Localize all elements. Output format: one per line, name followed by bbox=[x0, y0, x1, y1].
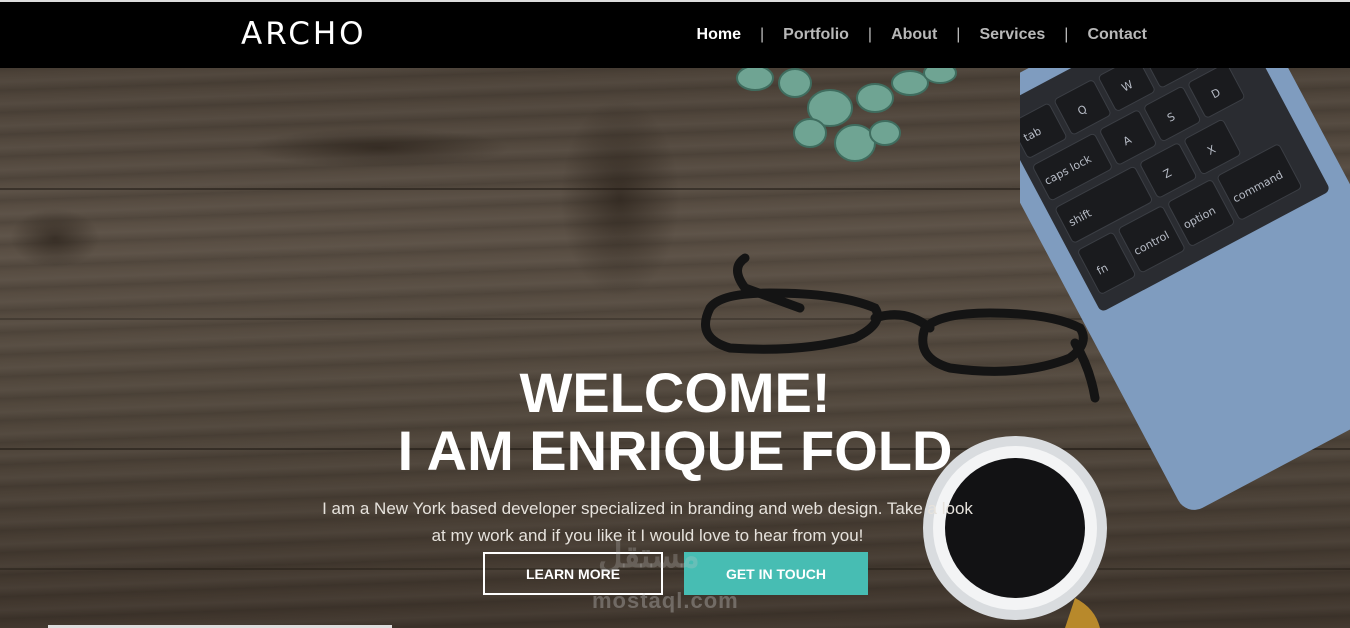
hero-title: WELCOME! I AM ENRIQUE FOLD bbox=[0, 360, 1350, 482]
main-nav: Home | Portfolio | About | Services | Co… bbox=[697, 24, 1147, 46]
wood-knot bbox=[10, 208, 100, 268]
nav-link-home[interactable]: Home bbox=[697, 24, 741, 46]
watermark: mostaql.com bbox=[592, 588, 739, 613]
watermark-arabic: مستقل bbox=[598, 537, 700, 575]
wood-knot bbox=[560, 98, 680, 298]
hero-title-line-1: WELCOME! bbox=[519, 360, 831, 424]
hero-section: tab Q W E caps lock A S D shift Z X fn c… bbox=[0, 68, 1350, 628]
nav-separator: | bbox=[1064, 26, 1069, 43]
page: ARCHO Home | Portfolio | About | Service… bbox=[0, 0, 1350, 628]
nav-separator: | bbox=[956, 26, 961, 43]
nav-link-portfolio[interactable]: Portfolio bbox=[783, 24, 849, 46]
nav-link-services[interactable]: Services bbox=[979, 24, 1045, 46]
nav-separator: | bbox=[867, 26, 873, 43]
plant-image bbox=[736, 68, 957, 162]
wood-knot bbox=[250, 128, 510, 168]
nav-link-contact[interactable]: Contact bbox=[1087, 24, 1147, 46]
nav-link-about[interactable]: About bbox=[891, 24, 937, 46]
nav-separator: | bbox=[760, 26, 765, 43]
hero-title-line-2: I AM ENRIQUE FOLD bbox=[397, 418, 953, 482]
logo[interactable]: ARCHO bbox=[241, 16, 367, 52]
navbar: ARCHO Home | Portfolio | About | Service… bbox=[0, 0, 1350, 68]
